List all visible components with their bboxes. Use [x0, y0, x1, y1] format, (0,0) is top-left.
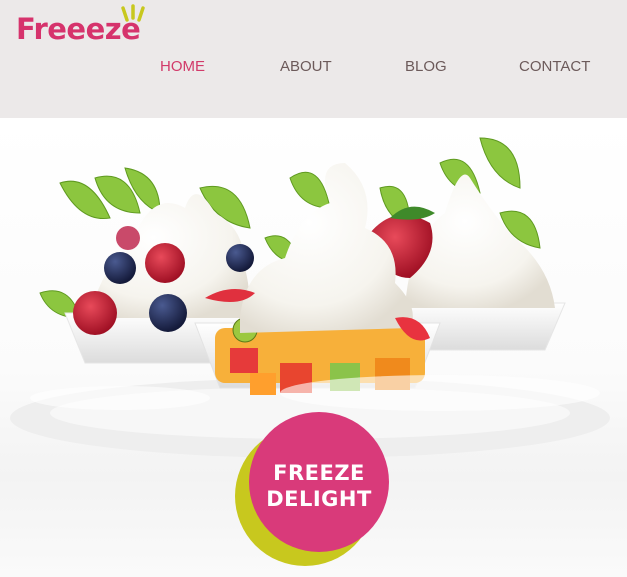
- badge-line-1: FREEZE: [273, 461, 365, 485]
- logo[interactable]: Freeeze: [16, 4, 166, 48]
- nav-item-contact[interactable]: CONTACT: [519, 58, 590, 75]
- badge-text: FREEZE DELIGHT: [249, 460, 389, 512]
- nav-item-about[interactable]: ABOUT: [280, 58, 332, 75]
- nav-item-home[interactable]: HOME: [160, 58, 205, 75]
- main-nav: HOME ABOUT BLOG CONTACT: [0, 58, 627, 78]
- badge-line-2: DELIGHT: [266, 487, 372, 511]
- logo-spark-icon: [121, 4, 145, 22]
- nav-item-blog[interactable]: BLOG: [405, 58, 447, 75]
- freeze-delight-badge[interactable]: FREEZE DELIGHT: [235, 412, 395, 572]
- hero-banner: FREEZE DELIGHT: [0, 118, 627, 577]
- site-header: Freeeze HOME ABOUT BLOG CONTACT: [0, 0, 627, 118]
